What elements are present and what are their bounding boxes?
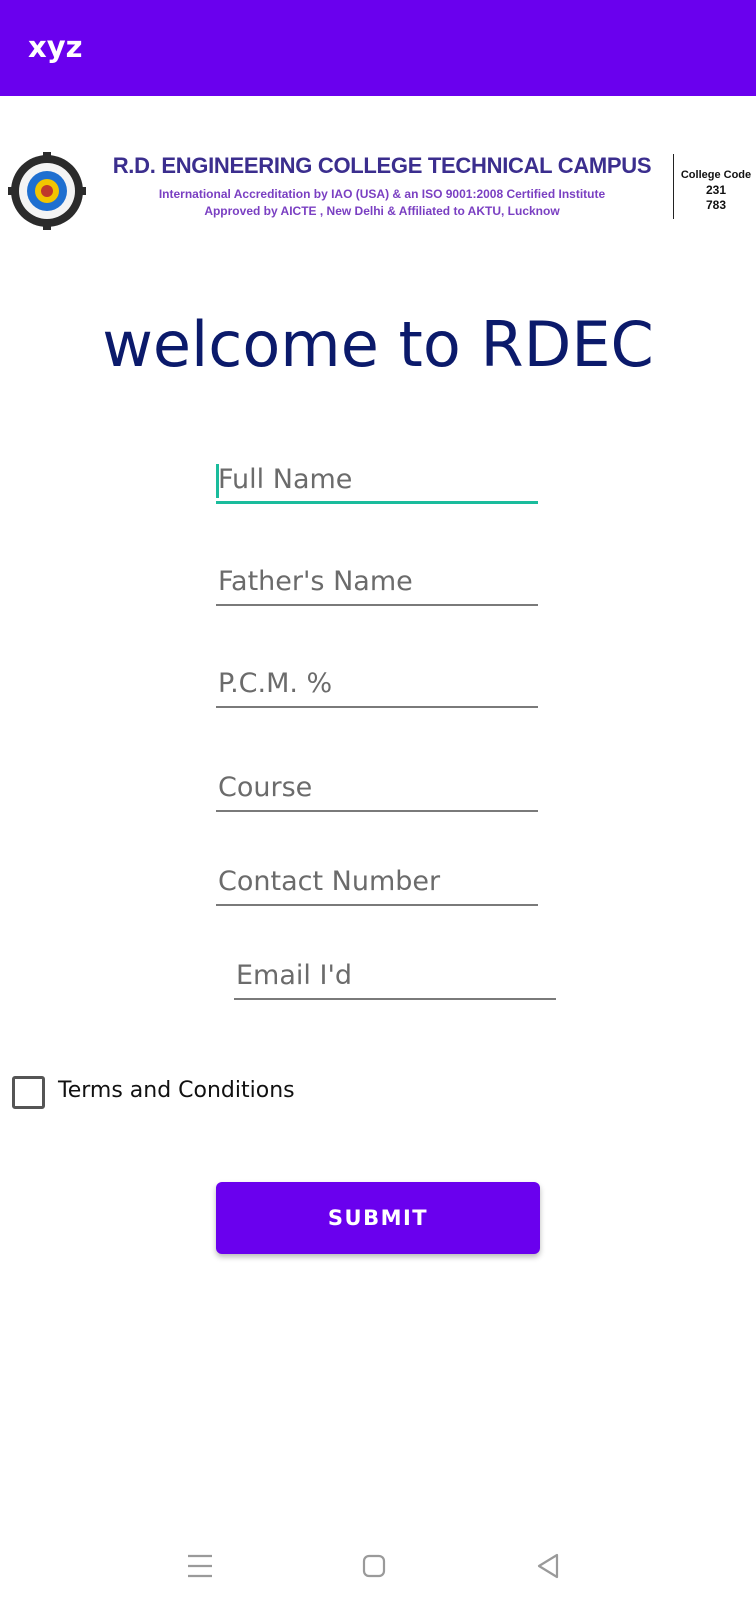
college-code-value-2: 783 bbox=[705, 198, 727, 212]
text-cursor bbox=[216, 464, 219, 498]
app-bar: xyz bbox=[0, 0, 756, 96]
father-name-field[interactable] bbox=[216, 558, 542, 606]
welcome-heading: welcome to RDEC bbox=[102, 308, 654, 381]
app-title: xyz bbox=[28, 30, 83, 64]
contact-underline bbox=[216, 904, 538, 906]
college-name: R.D. ENGINEERING COLLEGE TECHNICAL CAMPU… bbox=[112, 153, 652, 178]
contact-input[interactable] bbox=[216, 858, 542, 904]
submit-button[interactable]: SUBMIT bbox=[216, 1182, 540, 1254]
college-code-label: College Code bbox=[680, 169, 752, 181]
course-field[interactable] bbox=[216, 764, 542, 812]
pcm-input[interactable] bbox=[216, 660, 542, 706]
full-name-input[interactable] bbox=[216, 456, 542, 502]
full-name-underline bbox=[216, 501, 538, 504]
terms-checkbox[interactable] bbox=[12, 1076, 45, 1109]
home-square-icon[interactable] bbox=[354, 1546, 394, 1586]
college-banner: R.D. ENGINEERING COLLEGE TECHNICAL CAMPU… bbox=[0, 140, 756, 230]
accreditation-text: International Accreditation by IAO (USA)… bbox=[158, 187, 606, 201]
pcm-field[interactable] bbox=[216, 660, 542, 708]
course-underline bbox=[216, 810, 538, 812]
email-input[interactable] bbox=[234, 952, 560, 998]
course-input[interactable] bbox=[216, 764, 542, 810]
pcm-underline bbox=[216, 706, 538, 708]
college-code-value-1: 231 bbox=[705, 183, 727, 197]
back-icon[interactable] bbox=[528, 1546, 568, 1586]
college-emblem-icon bbox=[8, 152, 86, 230]
college-code: College Code 231 783 bbox=[676, 168, 756, 213]
menu-icon[interactable] bbox=[180, 1546, 220, 1586]
contact-field[interactable] bbox=[216, 858, 542, 906]
email-underline bbox=[234, 998, 556, 1000]
father-name-underline bbox=[216, 604, 538, 606]
full-name-field[interactable] bbox=[216, 456, 542, 504]
banner-divider bbox=[673, 154, 674, 219]
father-name-input[interactable] bbox=[216, 558, 542, 604]
email-field[interactable] bbox=[234, 952, 560, 1000]
system-nav-bar bbox=[0, 1540, 756, 1600]
approval-text: Approved by AICTE , New Delhi & Affiliat… bbox=[204, 204, 560, 218]
terms-label[interactable]: Terms and Conditions bbox=[58, 1078, 295, 1103]
